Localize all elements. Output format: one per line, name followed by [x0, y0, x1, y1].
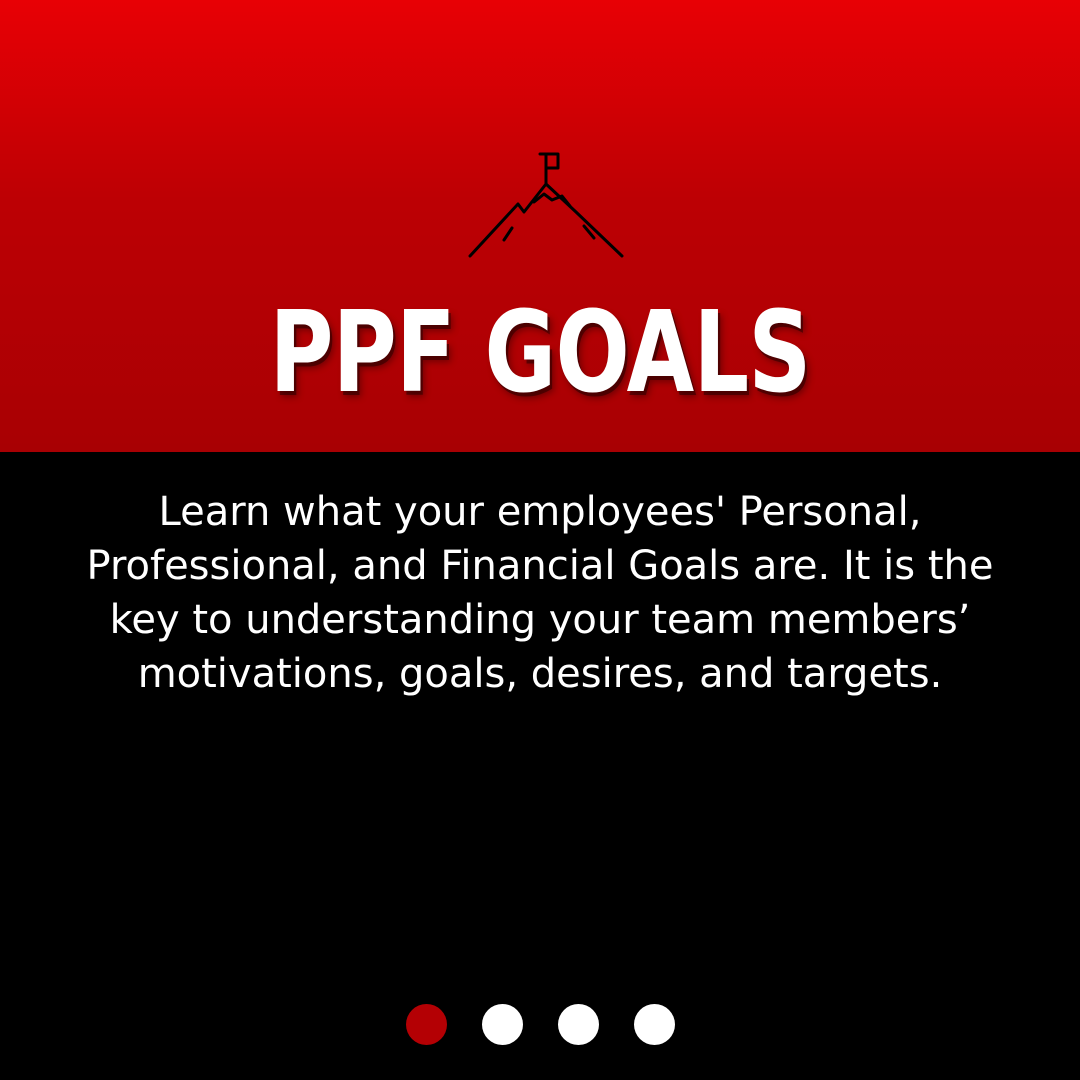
description-text: Learn what your employees' Personal, Pro…: [86, 489, 994, 697]
pager-dot-3[interactable]: [557, 1003, 599, 1045]
pager-dot-2[interactable]: [481, 1003, 523, 1045]
page-title: PPF GOALS: [269, 288, 812, 418]
carousel-pager: [0, 1003, 1080, 1045]
pager-dot-1[interactable]: [405, 1003, 447, 1045]
mountain-flag-icon: [466, 150, 626, 262]
pager-dot-4[interactable]: [633, 1003, 675, 1045]
